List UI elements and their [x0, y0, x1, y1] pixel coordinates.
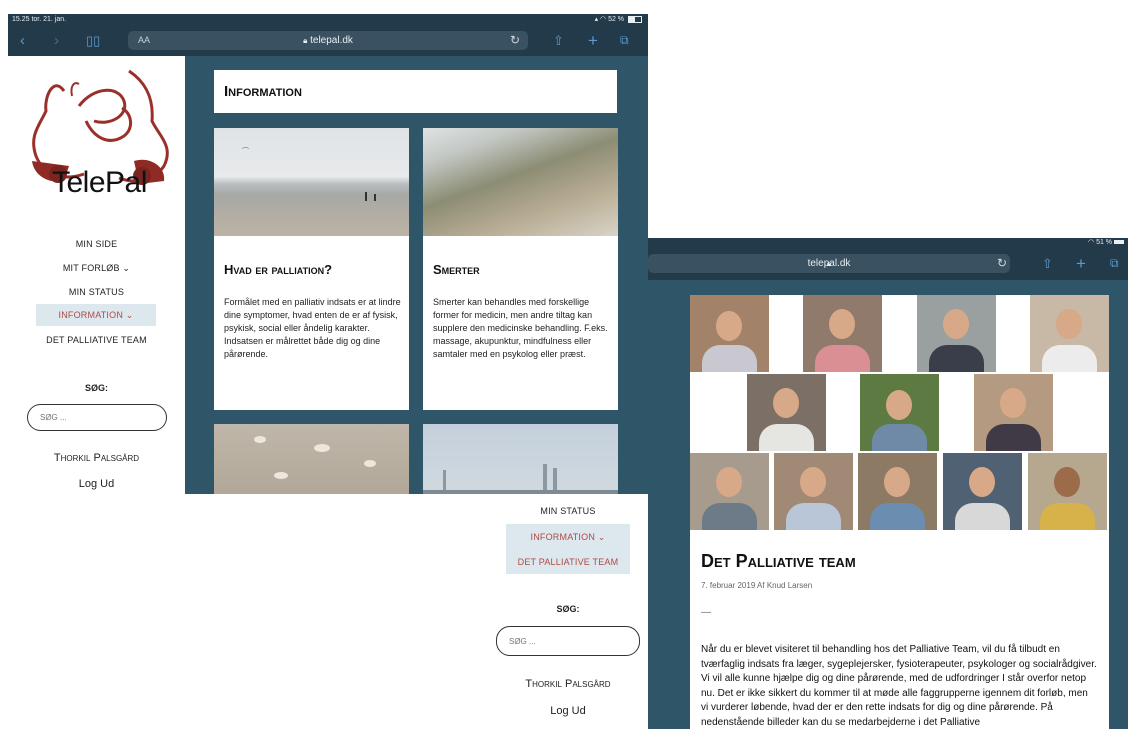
- team-member-photo: [943, 453, 1022, 530]
- card-industry[interactable]: [423, 424, 618, 494]
- page-header: Information: [214, 70, 617, 113]
- beach-image: ⌒: [214, 128, 409, 236]
- article-body: Når du er blevet visiteret til behandlin…: [701, 644, 1097, 728]
- reload-icon[interactable]: ↻: [994, 254, 1010, 273]
- card-smerter[interactable]: Smerter Smerter kan behandles med forske…: [423, 128, 618, 410]
- user-name[interactable]: Thorkil Palsgård: [8, 452, 185, 464]
- search-field[interactable]: [496, 626, 640, 656]
- share-icon[interactable]: ⇧: [1042, 247, 1053, 280]
- lock-icon: 🔒︎: [303, 36, 308, 45]
- nav-det-palliative-team[interactable]: DET PALLIATIVE TEAM: [506, 550, 630, 574]
- team-member-photo: [860, 374, 939, 451]
- search-label: SØG:: [84, 383, 108, 393]
- telepal-logo[interactable]: TelePal: [24, 66, 174, 206]
- industry-skyline-image: [423, 424, 618, 494]
- sidebar: TelePal MIN SIDE MIT FORLØB ⌄ MIN STATUS…: [8, 56, 185, 494]
- card-text: Formålet med en palliativ indsats er at …: [224, 297, 401, 359]
- address-bar[interactable]: 🔒︎ telepal.dk ↻: [648, 254, 1010, 273]
- team-member-photo: [690, 453, 769, 530]
- tabs-icon[interactable]: ⧉: [1110, 247, 1119, 280]
- team-member-photo: [858, 453, 937, 530]
- plus-icon[interactable]: +: [1076, 247, 1086, 280]
- nav-min-status[interactable]: MIN STATUS: [490, 506, 646, 516]
- team-photo-grid: [690, 295, 1109, 530]
- article-title: Det Palliative team: [701, 551, 856, 571]
- bookmarks-icon[interactable]: ▯▯: [86, 25, 100, 56]
- card-title[interactable]: Hvad er palliation?: [224, 262, 332, 277]
- article-page: Det Palliative team 7. februar 2019 Af K…: [690, 295, 1109, 729]
- nav-min-side[interactable]: MIN SIDE: [8, 239, 185, 249]
- url-text: 🔒︎ telepal.dk: [303, 35, 353, 46]
- team-member-photo: [747, 374, 826, 451]
- page-title: Information: [224, 83, 302, 100]
- logout-link[interactable]: Log Ud: [8, 478, 185, 490]
- nav-det-palliative-team[interactable]: DET PALLIATIVE TEAM: [8, 335, 185, 345]
- team-member-photo: [917, 295, 996, 372]
- status-bar: ◠ 51 %: [648, 238, 1128, 247]
- dune-grass-image: [423, 128, 618, 236]
- nav-information[interactable]: INFORMATION ⌄: [506, 524, 630, 550]
- back-chevron-icon[interactable]: ‹: [20, 25, 25, 56]
- nav-mit-forloeb[interactable]: MIT FORLØB ⌄: [8, 263, 185, 274]
- card-hvad-er-palliation[interactable]: ⌒ Hvad er palliation? Formålet med en pa…: [214, 128, 409, 410]
- nav-information[interactable]: INFORMATION ⌄: [36, 304, 156, 326]
- address-bar[interactable]: AA 🔒︎ telepal.dk ↻: [128, 31, 528, 50]
- team-member-photo: [1028, 453, 1107, 530]
- browser-toolbar: 🔒︎ telepal.dk ↻ ⇧ + ⧉: [648, 247, 1128, 280]
- team-member-photo: [1030, 295, 1109, 372]
- status-battery: ▴ ◠ 52 %: [595, 14, 642, 25]
- status-time: 15.25 tor. 21. jan.: [12, 16, 67, 23]
- logout-link[interactable]: Log Ud: [490, 705, 646, 717]
- card-shells[interactable]: [214, 424, 409, 494]
- user-name[interactable]: Thorkil Palsgård: [490, 678, 646, 690]
- team-member-photo: [774, 453, 853, 530]
- ipad-screenshot-information: 15.25 tor. 21. jan. ▴ ◠ 52 % ‹ › ▯▯ AA 🔒…: [8, 14, 648, 494]
- logo-text: TelePal: [52, 166, 147, 199]
- article-meta: 7. februar 2019 Af Knud Larsen: [701, 581, 813, 590]
- card-title[interactable]: Smerter: [433, 262, 480, 277]
- search-label: SØG:: [556, 604, 580, 614]
- ipad-screenshot-palliative-team: ◠ 51 % 🔒︎ telepal.dk ↻ ⇧ + ⧉ Det Palliat…: [648, 238, 1128, 729]
- search-field[interactable]: [27, 404, 167, 431]
- wifi-icon: ◠: [1088, 239, 1097, 246]
- search-input[interactable]: [28, 405, 166, 430]
- wifi-icon: ▴ ◠: [594, 16, 609, 23]
- tabs-icon[interactable]: ⧉: [620, 25, 629, 56]
- search-input[interactable]: [497, 627, 639, 655]
- team-member-photo: [974, 374, 1053, 451]
- separator: —: [701, 607, 711, 618]
- team-member-photo: [803, 295, 882, 372]
- browser-toolbar: ‹ › ▯▯ AA 🔒︎ telepal.dk ↻ ⇧ + ⧉: [8, 25, 648, 56]
- share-icon[interactable]: ⇧: [553, 25, 564, 56]
- plus-icon[interactable]: +: [588, 25, 598, 56]
- team-member-photo: [690, 295, 769, 372]
- status-bar: 15.25 tor. 21. jan. ▴ ◠ 52 %: [8, 14, 648, 25]
- battery-icon: [628, 15, 642, 23]
- battery-icon: [1114, 240, 1124, 245]
- main-content: Information ⌒ Hvad er palliation? Formål…: [185, 56, 648, 494]
- nav-min-status[interactable]: MIN STATUS: [8, 287, 185, 297]
- ipad-screenshot-menu-open: MIN STATUS INFORMATION ⌄ DET PALLIATIVE …: [490, 494, 650, 729]
- forward-chevron-icon[interactable]: ›: [54, 25, 59, 56]
- shells-image: [214, 424, 409, 494]
- card-text: Smerter kan behandles med forskellige fo…: [433, 297, 608, 359]
- reload-icon[interactable]: ↻: [510, 31, 520, 50]
